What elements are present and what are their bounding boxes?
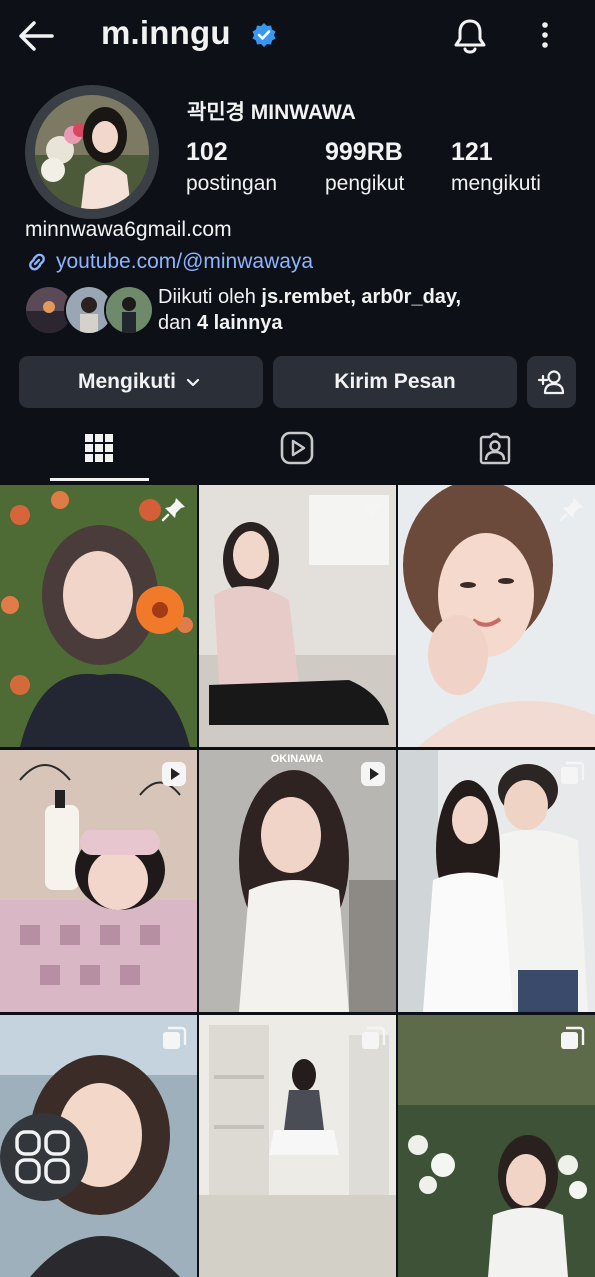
following-button-label: Mengikuti xyxy=(78,370,176,393)
followed-by-names: js.rembet, arb0r_day, xyxy=(261,286,462,308)
chevron-down-icon xyxy=(186,378,200,387)
carousel-icon xyxy=(561,761,585,784)
bell-icon xyxy=(454,19,486,54)
pin-icon xyxy=(559,498,583,522)
stat-following[interactable]: 121 mengikuti xyxy=(451,138,541,196)
floating-apps-button[interactable] xyxy=(0,1113,88,1201)
posts-grid: OKINAWA xyxy=(0,485,595,1277)
send-message-label: Kirim Pesan xyxy=(334,370,456,393)
grid-icon xyxy=(85,434,113,462)
stat-posts-value: 102 xyxy=(186,138,228,166)
pin-icon xyxy=(161,498,185,522)
reels-icon xyxy=(280,431,314,465)
carousel-icon xyxy=(561,1026,585,1049)
followed-by-text: Diikuti oleh js.rembet, arb0r_day, dan 4… xyxy=(158,284,578,336)
bio-link[interactable]: youtube.com/@minwawaya xyxy=(25,248,313,276)
stat-following-label: mengikuti xyxy=(451,172,541,195)
reel-icon xyxy=(361,762,385,786)
following-button[interactable]: Mengikuti xyxy=(19,356,263,408)
post-thumbnail[interactable] xyxy=(398,485,595,747)
reel-icon xyxy=(162,762,186,786)
back-button[interactable] xyxy=(14,14,60,58)
followed-by-others: 4 lainnya xyxy=(196,312,283,334)
active-tab-indicator xyxy=(50,478,149,481)
pin-icon xyxy=(360,498,384,522)
stat-followers-value: 999RB xyxy=(325,138,403,166)
send-message-button[interactable]: Kirim Pesan xyxy=(273,356,517,408)
bio-link-text[interactable]: youtube.com/@minwawaya xyxy=(56,250,313,274)
carousel-icon xyxy=(362,1026,386,1049)
followed-by-suffix: dan xyxy=(158,312,197,334)
link-icon xyxy=(29,253,45,271)
stat-followers-label: pengikut xyxy=(325,172,405,195)
carousel-icon xyxy=(163,1026,187,1049)
stat-followers[interactable]: 999RB pengikut xyxy=(325,138,404,196)
post-thumbnail[interactable]: OKINAWA xyxy=(199,750,396,1012)
profile-display-name: 곽민경 MINWAWA xyxy=(187,101,356,124)
suggest-people-button[interactable] xyxy=(527,356,576,408)
tab-posts[interactable] xyxy=(0,414,198,482)
followed-by-prefix: Diikuti oleh xyxy=(158,286,262,308)
stat-following-value: 121 xyxy=(451,138,493,166)
tagged-person-icon xyxy=(479,432,511,465)
post-thumbnail[interactable] xyxy=(398,750,595,1012)
profile-tabs xyxy=(0,414,595,482)
post-thumbnail[interactable] xyxy=(199,485,396,747)
arrow-left-icon xyxy=(19,21,54,51)
post-thumbnail[interactable] xyxy=(398,1015,595,1277)
notifications-button[interactable] xyxy=(450,15,490,57)
post-thumbnail[interactable] xyxy=(199,1015,396,1277)
tab-reels[interactable] xyxy=(198,414,396,482)
more-options-button[interactable] xyxy=(530,16,560,56)
followed-by-row[interactable]: Diikuti oleh js.rembet, arb0r_day, dan 4… xyxy=(22,282,582,338)
apps-grid-icon xyxy=(15,1130,70,1184)
profile-avatar[interactable] xyxy=(35,95,149,209)
more-vertical-icon xyxy=(542,22,548,48)
follower-avatar xyxy=(104,285,154,335)
post-thumbnail[interactable] xyxy=(0,485,197,747)
top-bar: m.inngu xyxy=(0,0,595,72)
post-thumbnail[interactable] xyxy=(0,750,197,1012)
post-caption-text: OKINAWA xyxy=(271,753,324,765)
add-person-icon xyxy=(537,370,564,395)
bio-email: minnwawa6gmail.com xyxy=(25,218,232,241)
profile-username: m.inngu xyxy=(101,14,231,51)
stat-posts-label: postingan xyxy=(186,172,278,195)
stat-posts[interactable]: 102 postingan xyxy=(186,138,277,196)
tab-tagged[interactable] xyxy=(396,414,594,482)
verified-badge-icon xyxy=(252,23,276,47)
